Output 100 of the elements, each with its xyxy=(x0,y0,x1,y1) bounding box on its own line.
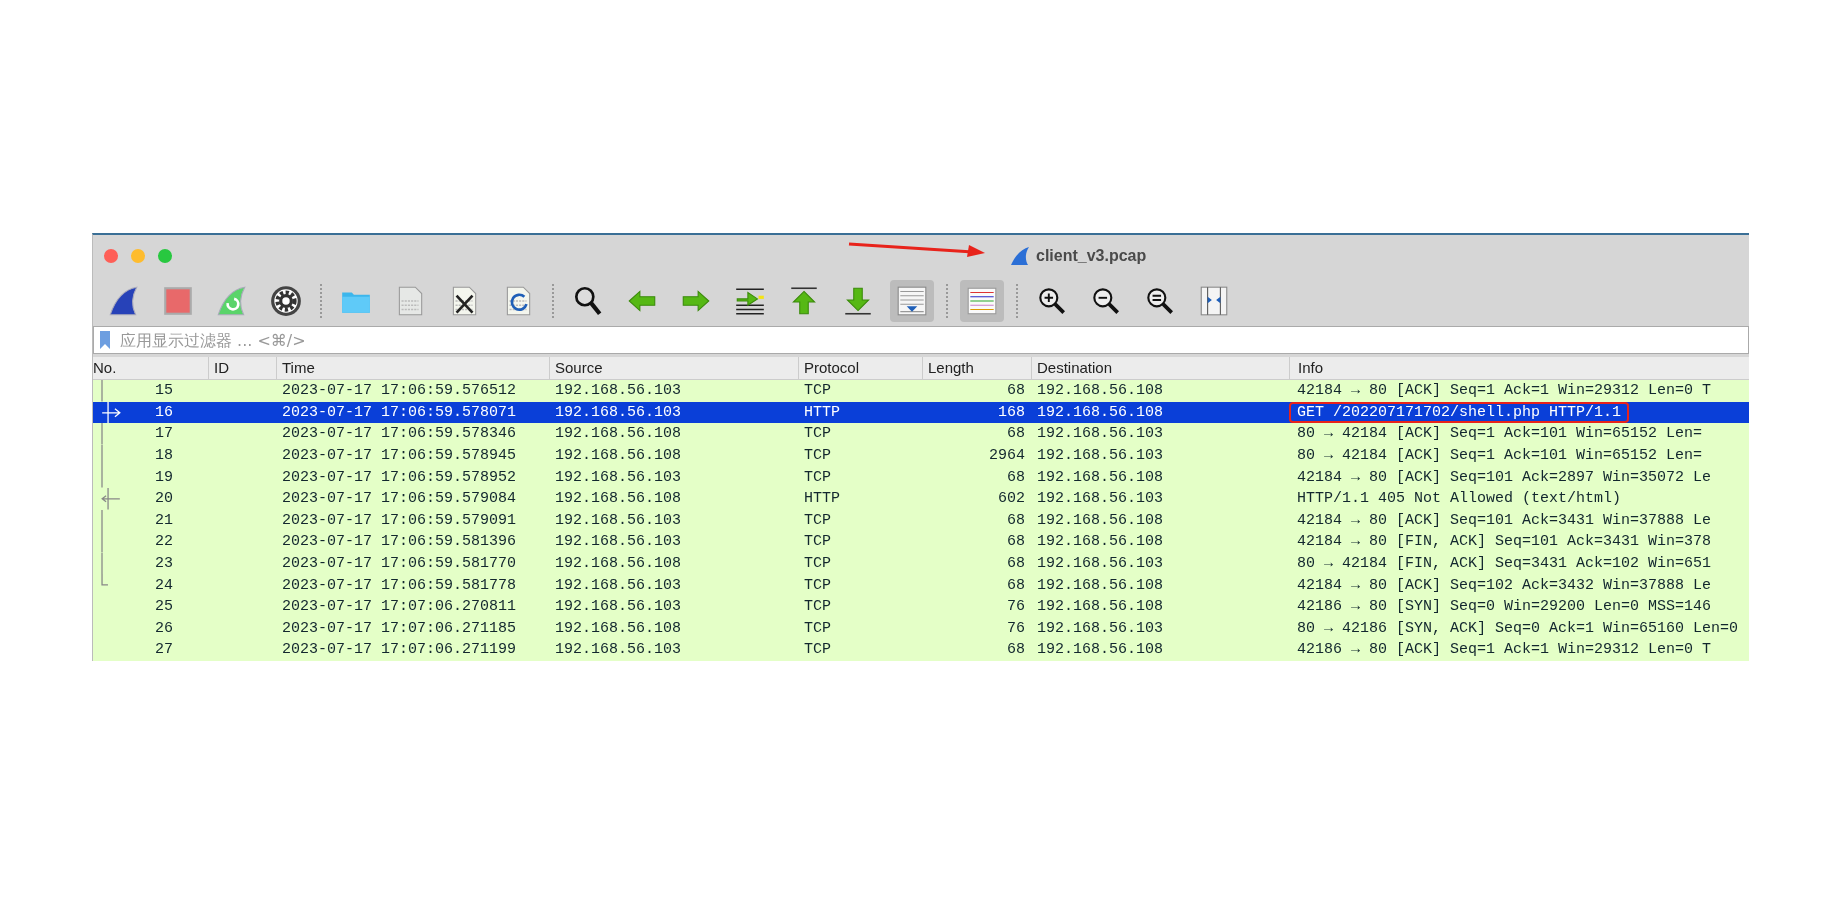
table-cell-text: 2023-07-17 17:06:59.581770 xyxy=(281,554,518,575)
column-header[interactable]: Info xyxy=(1289,357,1749,379)
table-cell-text: 24 xyxy=(155,576,174,594)
table-cell-text: 192.168.56.108 xyxy=(1036,532,1165,553)
table-cell-text: 19 xyxy=(155,468,174,486)
table-cell-text: 68 xyxy=(1006,554,1026,575)
table-cell-text: 2023-07-17 17:06:59.576512 xyxy=(281,381,518,402)
table-cell: 42184 → 80 [ACK] Seq=1 Ack=1 Win=29312 Len=0 T xyxy=(1297,382,1712,400)
table-cell-text: 20 xyxy=(155,490,174,508)
packet-row[interactable]: 20 2023-07-17 17:06:59.579084 192.168.56.108 HTTP 602 192.168.56.103 HTTP/1.1 405 Not Allowed (text/html) xyxy=(93,487,1749,510)
table-cell-text: 21 xyxy=(155,511,174,529)
table-cell-text: 2023-07-17 17:06:59.578071 xyxy=(281,402,518,423)
table-cell-text: 68 xyxy=(1006,424,1026,445)
table-cell-text: 17 xyxy=(155,425,174,443)
table-cell-text: TCP xyxy=(803,446,832,467)
filter-field[interactable]: 应用显示过滤器 ... <⌘/> xyxy=(93,326,1749,354)
column-header[interactable]: Destination xyxy=(1031,357,1289,379)
table-cell-text: 168 xyxy=(997,402,1026,423)
table-cell-text: 192.168.56.103 xyxy=(554,467,683,488)
window-title: client_v3.pcap xyxy=(1036,246,1147,265)
table-cell-text: 192.168.56.108 xyxy=(1036,640,1165,661)
table-cell-text: 192.168.56.108 xyxy=(1036,467,1165,488)
table-cell-text: 2023-07-17 17:06:59.581778 xyxy=(281,575,518,596)
table-cell-text: 192.168.56.108 xyxy=(554,446,683,467)
table-cell-text: 25 xyxy=(155,598,174,616)
close-button[interactable] xyxy=(104,248,118,263)
table-cell: 80 → 42184 [ACK] Seq=1 Ack=101 Win=65152 Len= xyxy=(1297,447,1703,465)
table-cell: 80 → 42186 [SYN, ACK] Seq=0 Ack=1 Win=65160 Len=0 xyxy=(1297,619,1739,637)
table-cell: 42184 → 80 [ACK] Seq=102 Ack=3432 Win=37888 Le xyxy=(1297,576,1712,594)
table-cell-text: TCP xyxy=(803,381,832,402)
table-cell-text: 192.168.56.108 xyxy=(1036,402,1165,423)
table-cell-text: 192.168.56.103 xyxy=(554,532,683,553)
packet-row[interactable]: 21 2023-07-17 17:06:59.579091 192.168.56.103 TCP 68 192.168.56.108 42184 → 80 [ACK] Seq=101 Ack=3431 Win=37888 Le xyxy=(93,509,1749,532)
packet-row[interactable]: 22 2023-07-17 17:06:59.581396 192.168.56.103 TCP 68 192.168.56.108 42184 → 80 [FIN, ACK] Seq=101 Ack=3431 Win=378 xyxy=(93,531,1749,553)
table-cell-text: 192.168.56.108 xyxy=(554,554,683,575)
table-cell-text: TCP xyxy=(803,640,832,661)
column-header[interactable]: ID xyxy=(208,357,276,379)
table-cell-text: 192.168.56.103 xyxy=(1036,446,1165,467)
table-cell-text: 68 xyxy=(1006,575,1026,596)
table-cell-text: 192.168.56.108 xyxy=(554,424,683,445)
table-cell-text: 192.168.56.108 xyxy=(1036,510,1165,531)
table-cell-text: 192.168.56.103 xyxy=(1036,424,1165,445)
table-cell-text: 2023-07-17 17:07:06.270811 xyxy=(281,597,518,618)
table-cell-text: 602 xyxy=(997,489,1026,510)
packet-row[interactable]: 19 2023-07-17 17:06:59.578952 192.168.56.103 TCP 68 192.168.56.108 42184 → 80 [ACK] Seq=101 Ack=2897 Win=35072 Le xyxy=(93,466,1749,488)
table-cell-text: 2023-07-17 17:07:06.271199 xyxy=(281,640,518,661)
table-cell: HTTP/1.1 405 Not Allowed (text/html) xyxy=(1297,490,1622,508)
column-header[interactable]: No. xyxy=(93,357,208,379)
table-cell-text: 15 xyxy=(155,382,174,400)
column-header[interactable]: Source xyxy=(549,357,798,379)
table-cell-text: 192.168.56.108 xyxy=(1036,575,1165,596)
table-cell-text: 192.168.56.103 xyxy=(554,510,683,531)
packet-row[interactable]: 23 2023-07-17 17:06:59.581770 192.168.56.108 TCP 68 192.168.56.103 80 → 42184 [FIN, ACK] Seq=3431 Ack=102 Win=651 xyxy=(93,552,1749,575)
zoom-button[interactable] xyxy=(158,248,172,263)
table-cell-text: 2023-07-17 17:06:59.578945 xyxy=(281,446,518,467)
stop-icon xyxy=(161,284,195,318)
table-cell-text: 68 xyxy=(1006,640,1026,661)
table-cell-text: 192.168.56.103 xyxy=(554,597,683,618)
table-cell-text: 192.168.56.103 xyxy=(554,640,683,661)
table-cell-text: 26 xyxy=(155,619,174,637)
packet-row[interactable]: 26 2023-07-17 17:07:06.271185 192.168.56.108 TCP 76 192.168.56.103 80 → 42186 [SYN, ACK] Seq=0 Ack=1 Win=65160 Len=0 xyxy=(93,617,1749,640)
table-cell: 42184 → 80 [ACK] Seq=101 Ack=3431 Win=37888 Le xyxy=(1297,511,1712,529)
table-cell-text: TCP xyxy=(803,618,832,639)
table-cell: 42184 → 80 [FIN, ACK] Seq=101 Ack=3431 Win=378 xyxy=(1297,533,1712,551)
table-cell: 80 → 42184 [ACK] Seq=1 Ack=101 Win=65152 Len= xyxy=(1297,425,1703,443)
packet-row[interactable]: 24 2023-07-17 17:06:59.581778 192.168.56.103 TCP 68 192.168.56.108 42184 → 80 [ACK] Seq=102 Ack=3432 Win=37888 Le xyxy=(93,574,1749,596)
table-cell-text: 68 xyxy=(1006,510,1026,531)
bookmark-icon[interactable] xyxy=(99,330,111,350)
packet-row[interactable]: 25 2023-07-17 17:07:06.270811 192.168.56.103 TCP 76 192.168.56.108 42186 → 80 [SYN] Seq=0 Win=29200 Len=0 MSS=146 xyxy=(93,595,1749,618)
table-cell-text: 22 xyxy=(155,533,174,551)
table-cell-text: 2023-07-17 17:06:59.581396 xyxy=(281,532,518,553)
table-cell-text: TCP xyxy=(803,532,832,553)
shark-fin-icon xyxy=(107,284,141,318)
table-cell-text: 192.168.56.108 xyxy=(554,618,683,639)
column-header[interactable]: Protocol xyxy=(798,357,922,379)
highlighted-text: GET /202207171702/shell.php HTTP/1.1 xyxy=(1289,401,1630,423)
packet-row[interactable]: 15 2023-07-17 17:06:59.576512 192.168.56.103 TCP 68 192.168.56.108 42184 → 80 [ACK] Seq=1 Ack=1 Win=29312 Len=0 T xyxy=(93,380,1749,402)
column-header[interactable]: Time xyxy=(276,357,549,379)
table-cell: 42186 → 80 [ACK] Seq=1 Ack=1 Win=29312 Len=0 T xyxy=(1297,641,1712,659)
gear-icon xyxy=(269,284,303,318)
packet-row[interactable]: 16 2023-07-17 17:06:59.578071 192.168.56.103 HTTP 168 192.168.56.108 GET /202207171702/shell.php HTTP/1.1 xyxy=(93,401,1749,424)
table-cell-text: 2023-07-17 17:06:59.579084 xyxy=(281,489,518,510)
packet-row[interactable]: 27 2023-07-17 17:07:06.271199 192.168.56.103 TCP 68 192.168.56.108 42186 → 80 [ACK] Seq=1 Ack=1 Win=29312 Len=0 T xyxy=(93,639,1749,661)
packet-row[interactable]: 17 2023-07-17 17:06:59.578346 192.168.56.108 TCP 68 192.168.56.103 80 → 42184 [ACK] Seq=1 Ack=101 Win=65152 Len= xyxy=(93,423,1749,445)
table-cell-text: 68 xyxy=(1006,381,1026,402)
table-cell-text: 76 xyxy=(1006,597,1026,618)
table-cell-text: 27 xyxy=(155,641,174,659)
table-cell-text: 2023-07-17 17:06:59.578952 xyxy=(281,467,518,488)
table-cell-text: 18 xyxy=(155,447,174,465)
table-cell-text: 192.168.56.103 xyxy=(554,575,683,596)
packet-row[interactable]: 18 2023-07-17 17:06:59.578945 192.168.56.108 TCP 2964 192.168.56.103 80 → 42184 [ACK] Seq=1 Ack=101 Win=65152 Len= xyxy=(93,444,1749,467)
table-cell-text: 192.168.56.108 xyxy=(1036,381,1165,402)
table-cell-text: TCP xyxy=(803,554,832,575)
table-cell: 42186 → 80 [SYN] Seq=0 Win=29200 Len=0 MSS=146 xyxy=(1297,598,1712,616)
table-cell-text: 192.168.56.108 xyxy=(554,489,683,510)
table-cell-text: HTTP xyxy=(803,489,841,510)
table-cell-text: TCP xyxy=(803,597,832,618)
restart-icon xyxy=(215,284,249,318)
table-cell-text: HTTP xyxy=(803,402,841,423)
column-header[interactable]: Length xyxy=(922,357,1031,379)
